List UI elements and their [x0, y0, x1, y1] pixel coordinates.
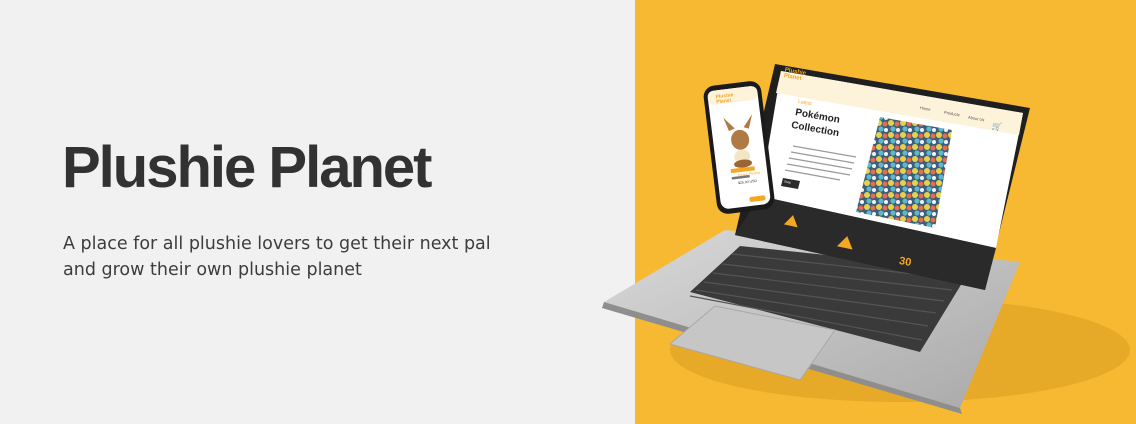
device-mockup	[602, 64, 1130, 414]
laptop-footer-badge: 30	[898, 255, 913, 269]
phone-mockup	[703, 81, 775, 214]
cart-icon[interactable]: 🛒	[991, 121, 1002, 132]
